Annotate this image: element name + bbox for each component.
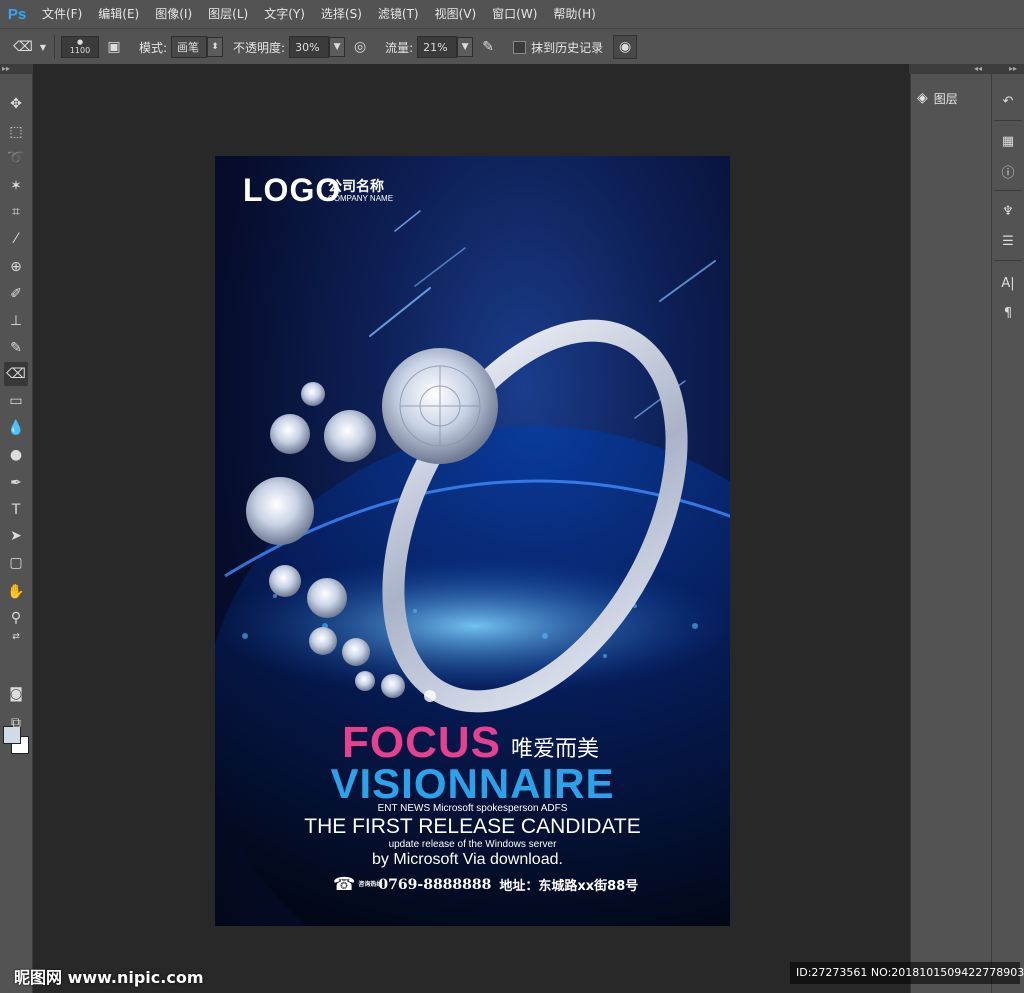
menu-help[interactable]: 帮助(H) — [545, 0, 603, 28]
erase-history-label: 抹到历史记录 — [531, 40, 604, 55]
photoshop-logo: Ps — [7, 5, 27, 23]
crop-tool-icon[interactable]: ⌗ — [4, 200, 28, 224]
hand-tool-icon[interactable]: ✋ — [4, 580, 28, 604]
menu-filter[interactable]: 滤镜(T) — [370, 0, 427, 28]
watermark-site: 昵图网 www.nipic.com — [14, 968, 204, 987]
divider — [994, 190, 1022, 191]
mode-select[interactable]: 画笔 — [171, 36, 208, 58]
mode-label: 模式: — [139, 40, 168, 55]
tool-preset-chevron-icon[interactable]: ▼ — [38, 36, 48, 58]
menu-select[interactable]: 选择(S) — [313, 0, 370, 28]
menu-window[interactable]: 窗口(W) — [484, 0, 545, 28]
pressure-opacity-icon[interactable]: ◎ — [349, 36, 371, 58]
menu-bar: Ps 文件(F) 编辑(E) 图像(I) 图层(L) 文字(Y) 选择(S) 滤… — [0, 0, 1024, 28]
screen-mode-icon[interactable]: ⧉ — [4, 711, 28, 735]
brush-size-picker[interactable]: ● 1100 — [61, 36, 99, 58]
headline-visionnaire: VISIONNAIRE — [330, 760, 615, 807]
ent-news-line: ENT NEWS Microsoft spokesperson ADFS — [377, 803, 568, 814]
poster-logo: LOGO — [243, 172, 342, 208]
panel-collapse-handle[interactable]: ◂◂ ▸▸ — [909, 64, 1024, 74]
tools-panel: ✥ ⬚ ➰ ✶ ⌗ ⁄ ⊕ ✐ ⊥ ✎ ⌫ ▭ 💧 ● ✒ T ➤ ▢ ✋ ⚲ … — [0, 74, 33, 993]
menu-layer[interactable]: 图层(L) — [200, 0, 256, 28]
menu-file[interactable]: 文件(F) — [34, 0, 90, 28]
poster-canvas[interactable]: LOGO 公司名称 COMPANY NAME FOCUS 唯爱而美 VISION… — [215, 156, 730, 926]
phone-number: 0769-8888888 — [378, 876, 492, 893]
release-line: THE FIRST RELEASE CANDIDATE — [304, 815, 641, 838]
contact-line: ☎ 咨询热线 0769-8888888 地址：东城路xx街88号 — [333, 874, 638, 895]
brush-panel-icon[interactable]: ▣ — [103, 36, 125, 58]
mode-chevron-icon[interactable]: ⬍ — [207, 37, 224, 57]
menu-image[interactable]: 图像(I) — [147, 0, 200, 28]
divider — [54, 35, 55, 59]
options-bar: ⌫ ▼ ● 1100 ▣ 模式: 画笔 ⬍ 不透明度: 30% ▼ ◎ 流量: … — [0, 28, 1024, 66]
headline-cn: 唯爱而美 — [511, 737, 600, 762]
brush-presets-icon[interactable]: ♆ — [996, 200, 1020, 222]
flow-field[interactable]: 21% — [417, 36, 458, 58]
swap-colors-icon[interactable]: ⇄ — [4, 630, 28, 644]
marquee-tool-icon[interactable]: ⬚ — [4, 120, 28, 144]
divider — [994, 260, 1022, 261]
move-tool-icon[interactable]: ✥ — [4, 92, 28, 116]
stamp-tool-icon[interactable]: ⊥ — [4, 309, 28, 333]
shape-tool-icon[interactable]: ▢ — [4, 551, 28, 575]
swatches-icon[interactable]: ▦ — [996, 130, 1020, 152]
flow-label: 流量: — [385, 40, 414, 55]
zoom-tool-icon[interactable]: ⚲ — [4, 606, 28, 630]
adjustments-icon[interactable]: ☰ — [996, 230, 1020, 252]
menu-view[interactable]: 视图(V) — [427, 0, 485, 28]
history-icon[interactable]: ↶ — [996, 90, 1020, 112]
pen-tool-icon[interactable]: ✒ — [4, 471, 28, 495]
gradient-tool-icon[interactable]: ▭ — [4, 389, 28, 413]
dodge-tool-icon[interactable]: ● — [4, 443, 28, 467]
flow-chevron-icon[interactable]: ▼ — [457, 37, 474, 57]
path-select-tool-icon[interactable]: ➤ — [4, 524, 28, 548]
address-text: 地址：东城路xx街88号 — [499, 879, 639, 894]
quick-mask-icon[interactable]: ◙ — [4, 682, 28, 706]
layers-icon: ◈ — [917, 90, 928, 106]
info-icon[interactable]: ⓘ — [996, 160, 1020, 182]
menu-type[interactable]: 文字(Y) — [256, 0, 313, 28]
healing-tool-icon[interactable]: ⊕ — [4, 255, 28, 279]
opacity-chevron-icon[interactable]: ▼ — [329, 37, 346, 57]
eraser-tool-icon[interactable]: ⌫ — [12, 36, 34, 58]
pressure-size-icon[interactable]: ◉ — [613, 35, 638, 59]
eraser-tool-icon[interactable]: ⌫ — [4, 362, 28, 386]
opacity-field[interactable]: 30% — [289, 36, 330, 58]
toolbar-collapse-handle[interactable]: ▸▸ — [0, 64, 36, 74]
history-brush-tool-icon[interactable]: ✎ — [4, 336, 28, 360]
panel-icon-strip: ↶ ▦ ⓘ ♆ ☰ A| ¶ — [992, 74, 1024, 993]
layers-dock: ◈ 图层 — [910, 74, 992, 993]
eyedropper-tool-icon[interactable]: ⁄ — [4, 227, 28, 251]
via-line: by Microsoft Via download. — [372, 851, 563, 868]
layers-label: 图层 — [933, 91, 958, 106]
company-name-cn: 公司名称 — [328, 179, 384, 195]
character-icon[interactable]: A| — [996, 272, 1020, 294]
watermark-id: ID:27273561 NO:20181015094227789037 — [790, 962, 1024, 984]
phone-icon: ☎ — [333, 874, 356, 895]
airbrush-icon[interactable]: ✎ — [477, 36, 499, 58]
magic-wand-tool-icon[interactable]: ✶ — [4, 174, 28, 198]
blur-tool-icon[interactable]: 💧 — [4, 416, 28, 440]
company-name-en: COMPANY NAME — [328, 194, 394, 203]
erase-history-checkbox[interactable] — [513, 40, 527, 54]
paragraph-icon[interactable]: ¶ — [996, 302, 1020, 324]
hotline-label: 咨询热线 — [358, 881, 383, 888]
brush-tool-icon[interactable]: ✐ — [4, 282, 28, 306]
opacity-label: 不透明度: — [233, 40, 286, 55]
menu-edit[interactable]: 编辑(E) — [90, 0, 147, 28]
type-tool-icon[interactable]: T — [4, 498, 28, 522]
divider — [994, 120, 1022, 121]
brush-size-value: 1100 — [69, 46, 91, 55]
update-line: update release of the Windows server — [388, 839, 557, 850]
layers-tab[interactable]: ◈ 图层 — [917, 86, 958, 110]
lasso-tool-icon[interactable]: ➰ — [4, 146, 28, 170]
